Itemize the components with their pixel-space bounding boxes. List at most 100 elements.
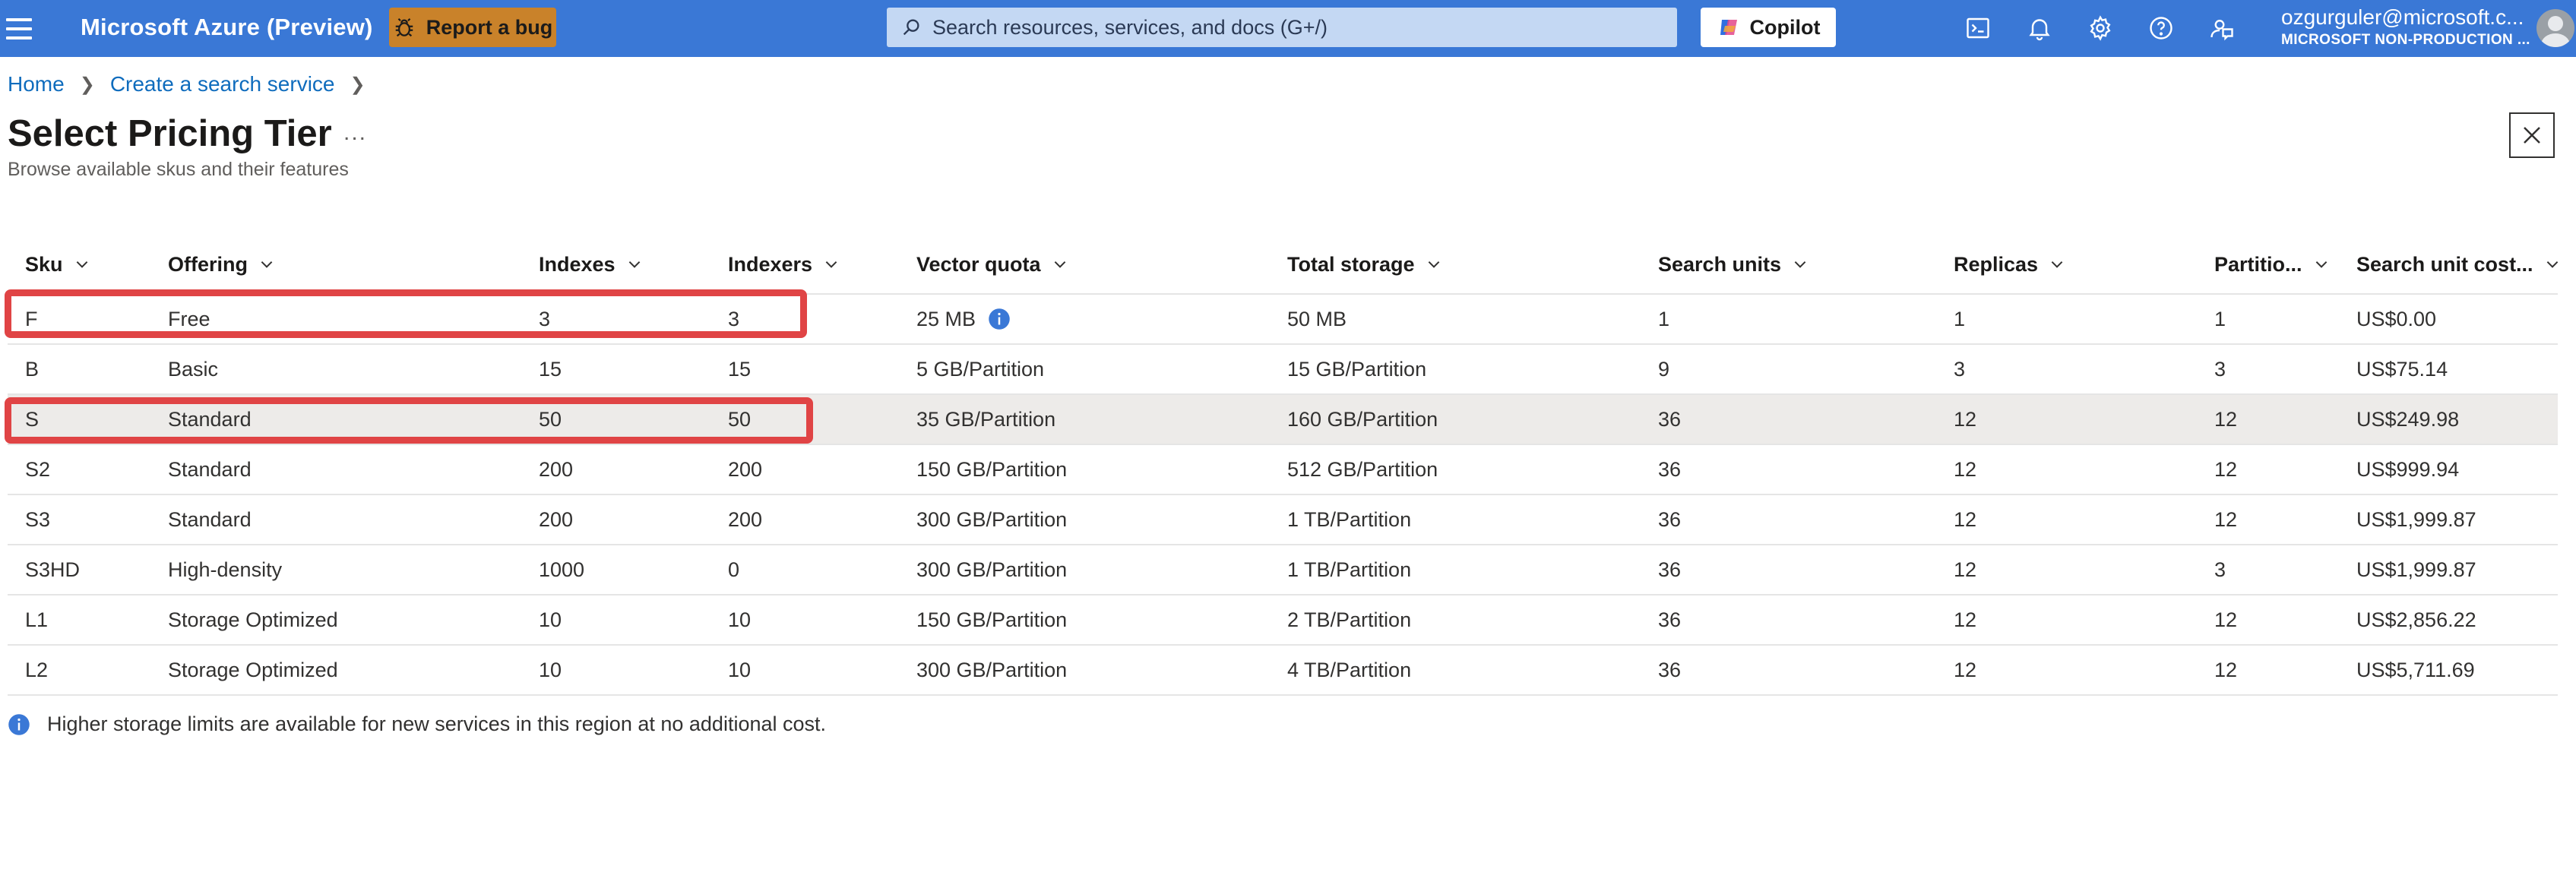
cloud-shell-icon[interactable] [1964, 14, 1992, 42]
cell-offering-text: Standard [168, 457, 252, 481]
cell-search-units-text: 1 [1658, 307, 1670, 330]
column-header-vector-quota[interactable]: Vector quota [916, 235, 1068, 293]
help-icon[interactable] [2147, 14, 2175, 42]
cell-indexes-text: 10 [539, 658, 562, 681]
cell-vector-quota-text: 150 GB/Partition [916, 457, 1068, 481]
account-tenant: MICROSOFT NON-PRODUCTION ... [2281, 32, 2530, 48]
close-button[interactable] [2509, 112, 2555, 158]
table-row[interactable]: L1 Storage Optimized 10 10 150 GB/Partition 2… [8, 596, 2558, 646]
cell-sku-text: B [25, 357, 40, 381]
top-bar: Microsoft Azure (Preview) Report a bug C… [0, 0, 2576, 57]
bug-icon [395, 17, 413, 37]
table-row[interactable]: S3 Standard 200 200 300 GB/Partition 1 TB/Par… [8, 495, 2558, 545]
table-row[interactable]: L2 Storage Optimized 10 10 300 GB/Partition 4… [8, 646, 2558, 696]
cell-indexers-text: 15 [728, 357, 752, 381]
cell-search-units: 1 [1658, 295, 1669, 343]
chevron-down-icon [76, 261, 87, 268]
menu-icon[interactable] [6, 18, 32, 39]
column-header-indexers[interactable]: Indexers [728, 235, 840, 293]
cell-vector-quota-text: 300 GB/Partition [916, 507, 1068, 531]
breadcrumb-create-search-service[interactable]: Create a search service [110, 72, 335, 96]
cell-sku: B [25, 345, 39, 393]
bell-icon[interactable] [2026, 14, 2053, 42]
column-header-indexes[interactable]: Indexes [539, 235, 643, 293]
cell-total-storage: 512 GB/Partition [1287, 445, 1438, 494]
storage-note: Higher storage limits are available for … [8, 712, 826, 736]
cell-replicas: 12 [1954, 395, 1976, 444]
gear-icon[interactable] [2087, 14, 2114, 42]
cell-sku-text: S [25, 407, 40, 431]
chevron-down-icon [2051, 261, 2063, 268]
cell-search-units: 36 [1658, 545, 1681, 594]
cell-vector-quota-text: 25 MB [916, 307, 976, 330]
cell-search-unit-cost: US$1,999.87 [2356, 495, 2476, 544]
cell-total-storage-text: 1 TB/Partition [1287, 558, 1412, 581]
cell-search-units-text: 36 [1658, 457, 1682, 481]
column-header-sku[interactable]: Sku [25, 235, 90, 293]
chevron-right-icon: ❯ [79, 74, 95, 95]
cell-sku-text: S3 [25, 507, 51, 531]
feedback-icon[interactable] [2208, 14, 2236, 42]
more-options-button[interactable]: ... [343, 120, 367, 146]
cell-search-units: 36 [1658, 646, 1681, 694]
copilot-button[interactable]: Copilot [1701, 8, 1836, 47]
cell-partitions-text: 3 [2214, 558, 2226, 581]
cell-sku: S [25, 395, 39, 444]
table-row[interactable]: F Free 3 3 25 MB 50 MB 1 1 1 US$0.00 [8, 295, 2558, 345]
column-header-partitions[interactable]: Partitio... [2214, 235, 2330, 293]
column-header-search-units[interactable]: Search units [1658, 235, 1809, 293]
cell-offering: High-density [168, 545, 282, 594]
column-header-total-storage[interactable]: Total storage [1287, 235, 1442, 293]
cell-sku: S3 [25, 495, 50, 544]
cell-sku-text: S2 [25, 457, 51, 481]
cell-partitions: 12 [2214, 395, 2237, 444]
cell-indexers: 10 [728, 646, 751, 694]
cell-total-storage: 4 TB/Partition [1287, 646, 1411, 694]
cell-offering: Standard [168, 495, 252, 544]
table-row[interactable]: B Basic 15 15 5 GB/Partition 15 GB/Partition 9… [8, 345, 2558, 395]
cell-partitions-text: 12 [2214, 507, 2238, 531]
table-row[interactable]: S2 Standard 200 200 150 GB/Partition 512 GB/P… [8, 445, 2558, 495]
cell-replicas: 3 [1954, 345, 1965, 393]
cell-vector-quota: 150 GB/Partition [916, 445, 1067, 494]
column-header-search-unit-cost[interactable]: Search unit cost... [2356, 235, 2561, 293]
breadcrumb-home[interactable]: Home [8, 72, 65, 96]
cell-search-units-text: 36 [1658, 407, 1682, 431]
account-info[interactable]: ozgurguler@microsoft.c... MICROSOFT NON-… [2281, 5, 2532, 50]
column-header-replicas[interactable]: Replicas [1954, 235, 2065, 293]
cell-replicas: 12 [1954, 596, 1976, 644]
cell-search-unit-cost-text: US$2,856.22 [2356, 608, 2476, 631]
chevron-down-icon [1054, 261, 1065, 268]
cell-replicas: 12 [1954, 545, 1976, 594]
cell-partitions-text: 12 [2214, 407, 2238, 431]
table-row[interactable]: S Standard 50 50 35 GB/Partition 160 GB/Parti… [8, 395, 2558, 445]
cell-search-units-text: 36 [1658, 658, 1682, 681]
cell-indexes: 50 [539, 395, 562, 444]
avatar[interactable] [2536, 9, 2574, 47]
cell-indexers: 15 [728, 345, 751, 393]
cell-offering: Basic [168, 345, 218, 393]
global-search[interactable] [887, 8, 1677, 47]
chevron-down-icon [628, 261, 640, 268]
cell-vector-quota: 150 GB/Partition [916, 596, 1067, 644]
cell-indexers-text: 200 [728, 507, 763, 531]
cell-offering-text: Standard [168, 407, 252, 431]
cell-total-storage: 2 TB/Partition [1287, 596, 1411, 644]
cell-search-units: 9 [1658, 345, 1669, 393]
portal-brand[interactable]: Microsoft Azure (Preview) [81, 14, 373, 41]
cell-search-unit-cost: US$1,999.87 [2356, 545, 2476, 594]
cell-replicas-text: 12 [1954, 457, 1977, 481]
cell-search-unit-cost: US$999.94 [2356, 445, 2459, 494]
cell-indexers-text: 10 [728, 658, 752, 681]
report-bug-button[interactable]: Report a bug [389, 8, 556, 47]
table-header-row: Sku Offering Indexes Indexers Vector quo… [8, 235, 2558, 295]
cell-sku: L2 [25, 646, 48, 694]
table-row[interactable]: S3HD High-density 1000 0 300 GB/Partition 1 T… [8, 545, 2558, 596]
column-header-offering[interactable]: Offering [168, 235, 275, 293]
storage-note-text: Higher storage limits are available for … [47, 712, 827, 735]
cell-partitions-text: 12 [2214, 457, 2238, 481]
search-input[interactable] [931, 14, 1663, 40]
cell-search-unit-cost: US$5,711.69 [2356, 646, 2475, 694]
info-icon[interactable] [988, 308, 1011, 330]
cell-sku-text: L2 [25, 658, 49, 681]
